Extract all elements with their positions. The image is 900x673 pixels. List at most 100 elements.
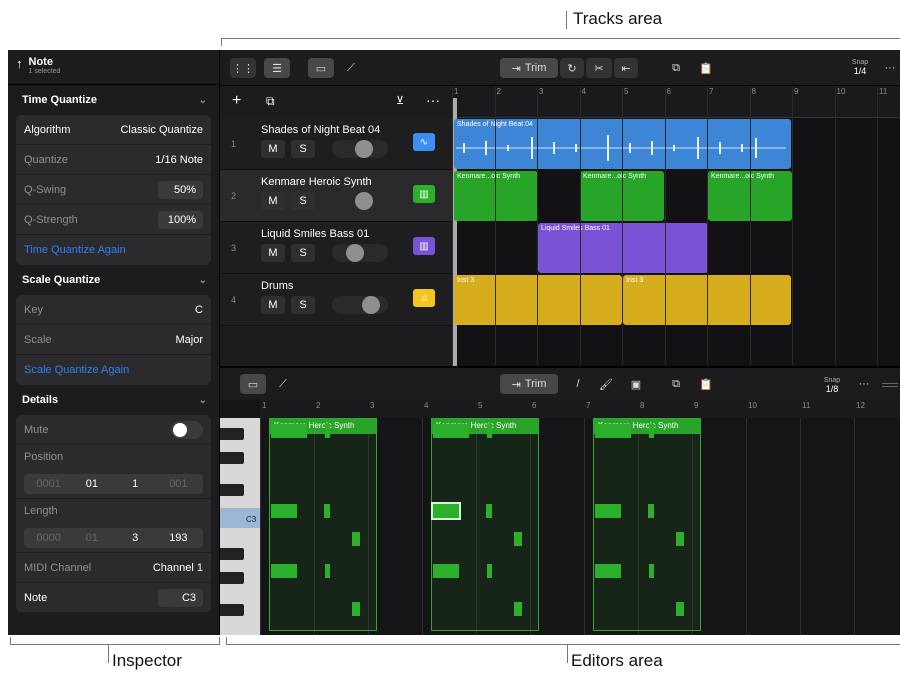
time-quantize-again-button[interactable]: Time Quantize Again: [16, 235, 211, 265]
midi-note[interactable]: [595, 564, 621, 578]
split-tool-button[interactable]: ✂: [586, 58, 612, 78]
keyboard-icon[interactable]: ▥: [413, 185, 435, 203]
copy-button[interactable]: ⧉: [664, 58, 688, 78]
scale-value[interactable]: Major: [175, 334, 203, 346]
midi-note[interactable]: [325, 424, 330, 438]
pointer-tool-button[interactable]: ▭: [308, 58, 334, 78]
trim-button[interactable]: ⇥ Trim: [500, 58, 558, 78]
brush-tool-button[interactable]: 🖌: [594, 374, 618, 394]
midi-note[interactable]: [648, 504, 654, 518]
editor-paste-button[interactable]: 📋: [694, 374, 718, 394]
mute-button[interactable]: M: [261, 244, 285, 262]
midi-note[interactable]: [676, 602, 684, 616]
region-kenmare-1[interactable]: Kenmare...oic Synth: [454, 171, 538, 221]
editor-more-button[interactable]: ···: [854, 374, 874, 394]
midi-channel-row[interactable]: MIDI Channel Channel 1: [16, 553, 211, 583]
position-tick[interactable]: 001: [158, 476, 199, 492]
track-header[interactable]: 4 Drums M S ♫: [220, 274, 452, 326]
scale-quantize-header[interactable]: Scale Quantize ⌄: [8, 265, 219, 295]
position-field[interactable]: 0001 01 1 001: [24, 473, 203, 494]
solo-button[interactable]: S: [291, 296, 315, 314]
midi-note[interactable]: [433, 564, 459, 578]
midi-note[interactable]: [595, 504, 621, 518]
editor-resize-handle[interactable]: [882, 383, 898, 387]
download-icon[interactable]: ⊻: [396, 94, 404, 107]
black-key[interactable]: [220, 548, 244, 560]
position-bar[interactable]: 0001: [28, 476, 69, 492]
mute-button[interactable]: M: [261, 140, 285, 158]
editor-snap-menu[interactable]: Snap 1/8: [820, 376, 844, 394]
midi-note[interactable]: [352, 532, 360, 546]
track-header[interactable]: 1 Shades of Night Beat 04 M S ∿: [220, 118, 452, 170]
scale-quantize-again-button[interactable]: Scale Quantize Again: [16, 355, 211, 385]
midi-note[interactable]: [431, 502, 461, 520]
track-name[interactable]: Shades of Night Beat 04: [261, 124, 380, 136]
qswing-field[interactable]: 50%: [158, 180, 203, 199]
length-beat[interactable]: 01: [71, 530, 112, 546]
piano-roll-editor[interactable]: 1 2 3 4 5 6 7 8 9 10 11 12 C3 Kenmare Heroic Synth …: [220, 400, 900, 635]
volume-knob[interactable]: [362, 296, 380, 314]
scale-row[interactable]: Scale Major: [16, 325, 211, 355]
keyboard-icon[interactable]: ▥: [413, 237, 435, 255]
automation-button[interactable]: ⟋: [338, 58, 364, 78]
quantize-value[interactable]: 1/16 Note: [155, 154, 203, 166]
midi-region-2[interactable]: Kenmare Heroic Synth: [431, 418, 539, 631]
join-tool-button[interactable]: ⇤: [614, 58, 638, 78]
track-header[interactable]: 3 Liquid Smiles Bass 01 M S ▥: [220, 222, 452, 274]
position-division[interactable]: 1: [115, 476, 156, 492]
qstrength-field[interactable]: 100%: [158, 210, 203, 229]
track-view-button[interactable]: ☰: [264, 58, 290, 78]
midi-note[interactable]: [514, 532, 522, 546]
midi-region-1[interactable]: Kenmare Heroic Synth: [269, 418, 377, 631]
volume-knob[interactable]: [346, 244, 364, 262]
add-track-icon[interactable]: +: [232, 92, 241, 110]
midi-note[interactable]: [433, 424, 469, 438]
solo-button[interactable]: S: [291, 140, 315, 158]
midi-note[interactable]: [649, 424, 654, 438]
snap-menu[interactable]: Snap 1/4: [848, 58, 872, 76]
inspector-title[interactable]: Note: [29, 56, 61, 68]
midi-region-3[interactable]: Kenmare Heroic Synth: [593, 418, 701, 631]
mute-button[interactable]: M: [261, 192, 285, 210]
midi-note[interactable]: [325, 564, 330, 578]
volume-knob[interactable]: [355, 192, 373, 210]
midi-note[interactable]: [352, 602, 360, 616]
black-key[interactable]: [220, 484, 244, 496]
solo-button[interactable]: S: [291, 192, 315, 210]
midi-note[interactable]: [676, 532, 684, 546]
midi-note[interactable]: [487, 424, 492, 438]
region-liquid-smiles[interactable]: Liquid Smiles Bass 01: [538, 223, 708, 273]
editor-automation-button[interactable]: ⟋: [270, 374, 296, 394]
browser-grid-button[interactable]: ⋮⋮: [230, 58, 256, 78]
algorithm-value[interactable]: Classic Quantize: [120, 124, 203, 136]
length-bar[interactable]: 0000: [28, 530, 69, 546]
solo-button[interactable]: S: [291, 244, 315, 262]
mute-toggle[interactable]: [171, 420, 203, 439]
track-header[interactable]: 2 Kenmare Heroic Synth M S ▥: [220, 170, 452, 222]
duplicate-track-icon[interactable]: ⧉: [266, 94, 275, 109]
loop-tool-button[interactable]: ↻: [560, 58, 584, 78]
details-header[interactable]: Details ⌄: [8, 385, 219, 415]
velocity-tool-button[interactable]: ▣: [624, 374, 648, 394]
midi-note[interactable]: [324, 504, 330, 518]
track-name[interactable]: Kenmare Heroic Synth: [261, 176, 372, 188]
time-quantize-header[interactable]: Time Quantize ⌄: [8, 85, 219, 115]
track-name[interactable]: Drums: [261, 280, 293, 292]
key-value[interactable]: C: [195, 304, 203, 316]
midi-note[interactable]: [271, 424, 307, 438]
ruler[interactable]: 1 2 3 4 5 6 7 8 9 10 11: [452, 86, 900, 118]
black-key[interactable]: [220, 452, 244, 464]
music-note-icon[interactable]: ♫: [413, 289, 435, 307]
position-beat[interactable]: 01: [71, 476, 112, 492]
editor-ruler[interactable]: 1 2 3 4 5 6 7 8 9 10 11 12: [260, 400, 900, 418]
editor-copy-button[interactable]: ⧉: [664, 374, 688, 394]
waveform-icon[interactable]: ∿: [413, 133, 435, 151]
more-button[interactable]: ···: [880, 58, 900, 78]
editor-pointer-button[interactable]: ▭: [240, 374, 266, 394]
midi-channel-value[interactable]: Channel 1: [153, 562, 203, 574]
midi-note[interactable]: [271, 504, 297, 518]
midi-note[interactable]: [487, 564, 492, 578]
black-key[interactable]: [220, 428, 244, 440]
black-key[interactable]: [220, 604, 244, 616]
region-inst3-1[interactable]: Inst 3: [454, 275, 622, 325]
